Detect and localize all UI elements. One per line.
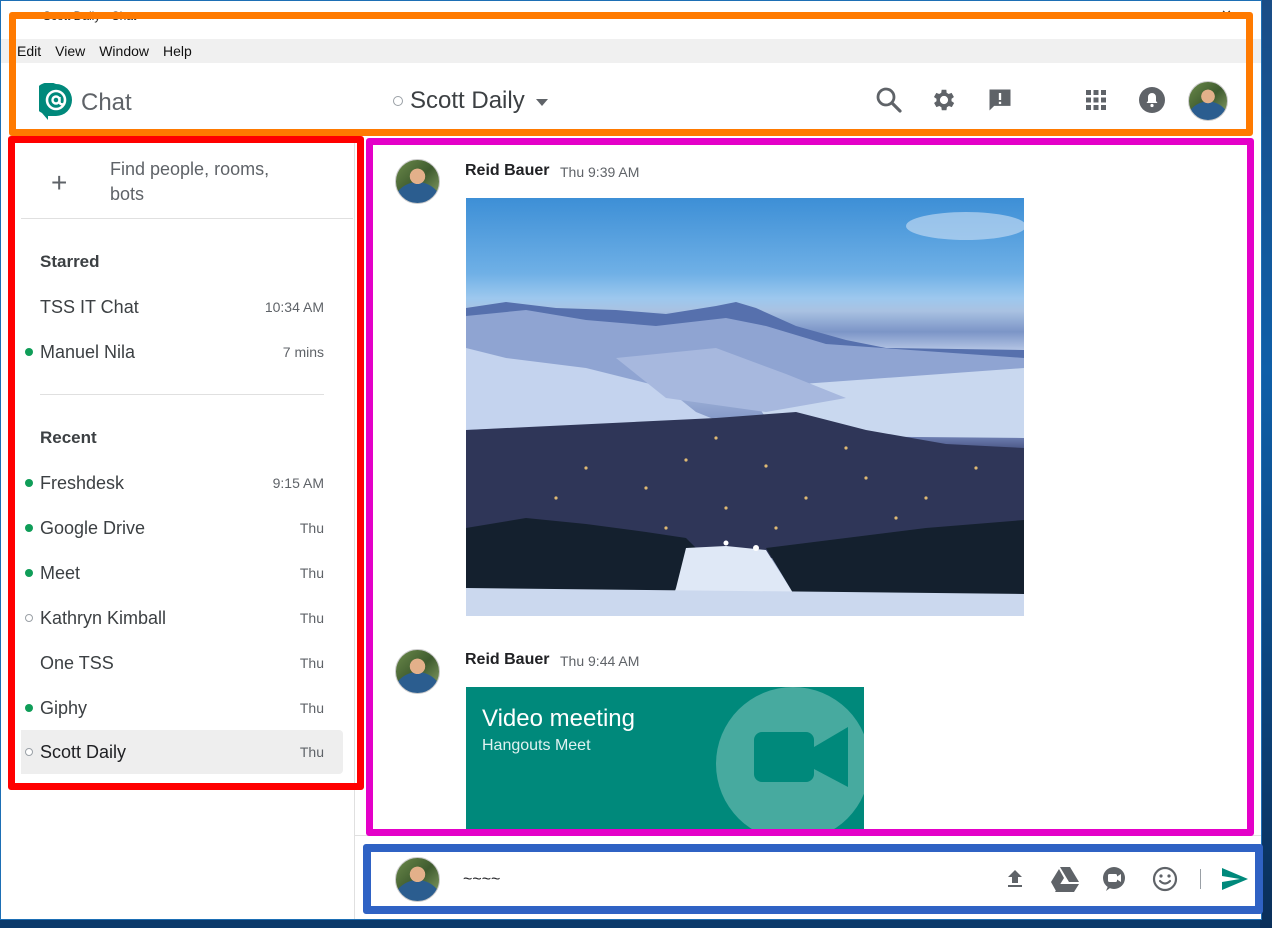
settings-icon[interactable] (929, 85, 959, 115)
plus-icon: + (51, 167, 68, 198)
feedback-icon[interactable] (985, 85, 1015, 115)
chat-logo-icon[interactable] (39, 83, 73, 121)
conversation-item-selected[interactable]: Scott Daily Thu (21, 730, 343, 774)
online-indicator (25, 524, 33, 532)
offline-indicator (25, 748, 33, 756)
brand-name: Chat (81, 89, 132, 116)
minimize-button[interactable]: — (1169, 7, 1182, 22)
menu-window[interactable]: Window (92, 39, 156, 63)
menu-view[interactable]: View (48, 39, 92, 63)
close-button[interactable]: ✕ (1221, 7, 1232, 23)
conversation-name: One TSS (40, 652, 114, 673)
author-avatar[interactable] (395, 159, 440, 204)
conversation-time: Thu (299, 655, 324, 671)
find-people-label: Find people, rooms, bots (110, 157, 290, 207)
starred-heading: Starred (40, 252, 100, 271)
conversation-time: 7 mins (282, 344, 324, 360)
app-header: Chat Scott Daily (1, 63, 1261, 135)
message-photo[interactable] (466, 198, 1024, 616)
conversation-time: Thu (299, 520, 324, 536)
conversation-time: Thu (299, 700, 324, 716)
search-icon[interactable] (874, 85, 904, 115)
offline-indicator (25, 614, 33, 622)
presence-indicator (393, 96, 403, 106)
google-drive-icon[interactable] (1050, 864, 1080, 894)
chat-window: Scott Daily - Chat — ✕ Edit View Window … (0, 0, 1262, 920)
conversation-item[interactable]: Manuel Nila 7 mins (21, 330, 343, 374)
conversation-time: 9:15 AM (272, 475, 324, 491)
send-icon[interactable] (1220, 864, 1250, 894)
conversation-name: Meet (40, 562, 81, 583)
message-input[interactable] (463, 866, 983, 894)
conversation-time: Thu (299, 610, 324, 626)
video-card-subtitle: Hangouts Meet (482, 737, 591, 754)
menu-bar: Edit View Window Help (1, 39, 1261, 63)
conversation-time: 10:34 AM (264, 299, 324, 315)
online-indicator (25, 479, 33, 487)
menu-edit[interactable]: Edit (1, 39, 48, 63)
section-divider (40, 394, 324, 395)
compose-bar (355, 835, 1261, 919)
conversation-name: Giphy (40, 697, 88, 718)
account-avatar[interactable] (1188, 81, 1228, 121)
conversation-name: Scott Daily (40, 741, 127, 762)
conversation-item[interactable]: Kathryn Kimball Thu (21, 596, 343, 640)
conversation-item[interactable]: One TSS Thu (21, 641, 343, 685)
message-time: Thu 9:44 AM (560, 653, 640, 669)
conversation-item[interactable]: Google Drive Thu (21, 506, 343, 550)
conversation-item[interactable]: TSS IT Chat 10:34 AM (21, 285, 343, 329)
video-camera-icon (716, 687, 864, 835)
chevron-down-icon (535, 98, 548, 106)
message-author: Reid Bauer (465, 651, 550, 668)
video-card-title: Video meeting (482, 705, 635, 732)
menu-help[interactable]: Help (156, 39, 199, 63)
room-title-menu[interactable]: Scott Daily (393, 87, 548, 115)
compose-separator (1200, 869, 1201, 889)
recent-heading: Recent (40, 428, 97, 447)
room-title: Scott Daily (410, 87, 525, 114)
conversation-item[interactable]: Meet Thu (21, 551, 343, 595)
conversation-time: Thu (299, 565, 324, 581)
find-people-label-line1: Find people, rooms, (110, 159, 270, 179)
find-people-button[interactable]: + Find people, rooms, bots (21, 149, 353, 219)
window-title: Scott Daily - Chat (43, 9, 137, 23)
video-meeting-icon[interactable] (1100, 864, 1130, 894)
conversation-item[interactable]: Giphy Thu (21, 686, 343, 730)
notifications-icon[interactable] (1137, 85, 1167, 115)
online-indicator (25, 348, 33, 356)
conversation-item[interactable]: Freshdesk 9:15 AM (21, 461, 343, 505)
title-bar: Scott Daily - Chat — ✕ (1, 1, 1261, 39)
conversation-name: TSS IT Chat (40, 296, 139, 317)
conversation-time: Thu (299, 744, 324, 760)
online-indicator (25, 704, 33, 712)
message-stream: Reid Bauer Thu 9:39 AM Reid Bauer Thu 9:… (355, 135, 1261, 835)
my-avatar (395, 857, 440, 902)
video-meeting-card[interactable]: Video meeting Hangouts Meet (466, 687, 864, 835)
conversation-name: Freshdesk (40, 472, 125, 493)
upload-icon[interactable] (1000, 864, 1030, 894)
find-people-label-line2: bots (110, 184, 145, 204)
conversation-name: Kathryn Kimball (40, 607, 167, 628)
emoji-icon[interactable] (1150, 864, 1180, 894)
conversation-name: Manuel Nila (40, 341, 136, 362)
author-avatar[interactable] (395, 649, 440, 694)
message-author: Reid Bauer (465, 162, 550, 179)
apps-grid-icon[interactable] (1081, 85, 1111, 115)
conversation-name: Google Drive (40, 517, 146, 538)
online-indicator (25, 569, 33, 577)
sidebar: + Find people, rooms, bots Starred TSS I… (1, 135, 355, 919)
message-time: Thu 9:39 AM (560, 164, 640, 180)
